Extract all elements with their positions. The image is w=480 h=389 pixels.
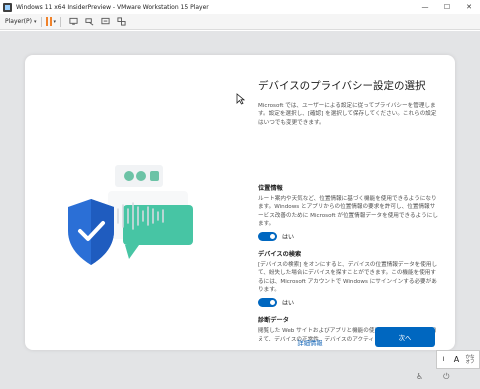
setting-title: 診断データ [258, 317, 289, 325]
window-controls: — ☐ ✕ [414, 0, 480, 14]
intro-text: Microsoft では、ユーザーによる設定に従ってプライバシーを管理します。設… [258, 103, 437, 126]
ime-panel[interactable]: I A かな オフ [436, 350, 480, 369]
fit-window-icon[interactable] [100, 17, 110, 27]
vm-tray-icons: ♿ ⏻ [416, 372, 450, 382]
ime-kana-toggle[interactable]: かな オフ [463, 355, 477, 365]
unity-mode-icon[interactable] [116, 17, 126, 27]
pause-icon[interactable] [45, 17, 52, 26]
location-toggle-row[interactable]: はい [258, 232, 440, 242]
chevron-down-icon[interactable]: ▾ [54, 19, 57, 25]
player-toolbar: Player(P) ▾ ▾ [0, 14, 480, 30]
mouse-cursor-icon [236, 93, 245, 105]
setting-location: 位置情報 ルート案内や天気など、位置情報に基づく機能を使用できるようになります。… [258, 183, 440, 242]
window-title: Windows 11 x64 InsiderPreview - VMware W… [16, 3, 209, 11]
location-toggle[interactable] [258, 232, 277, 242]
vm-display-icon[interactable] [68, 17, 78, 27]
setting-find-my-device: デバイスの検索 [デバイスの検索] をオンにすると、デバイスの位置情報データを使… [258, 249, 440, 308]
learn-more-button[interactable]: 詳細情報 [285, 334, 335, 350]
find-device-toggle[interactable] [258, 298, 277, 308]
player-menu-label: Player(P) [5, 18, 32, 25]
page-title: デバイスのプライバシー設定の選択 [258, 80, 426, 92]
privacy-shield-illustration [68, 165, 193, 265]
toggle-label: はい [282, 234, 295, 242]
toggle-label: はい [282, 300, 295, 308]
ime-cursor-icon: I [442, 356, 445, 363]
ime-kana-top: かな [465, 354, 475, 360]
chevron-down-icon: ▾ [33, 18, 37, 25]
vmware-app-icon [3, 2, 12, 12]
power-icon[interactable]: ⏻ [443, 372, 449, 382]
minimize-button[interactable]: — [414, 0, 436, 14]
settings-scroll-area[interactable]: 位置情報 ルート案内や天気など、位置情報に基づく機能を使用できるようになります。… [258, 183, 440, 341]
setting-title: 位置情報 [258, 185, 283, 192]
find-device-toggle-row[interactable]: はい [258, 298, 440, 308]
setting-description: [デバイスの検索] をオンにすると、デバイスの位置情報データを使用して、紛失した… [258, 262, 438, 294]
vm-display[interactable]: デバイスのプライバシー設定の選択 Microsoft では、ユーザーによる設定に… [0, 31, 480, 389]
toolbar-divider [40, 16, 42, 27]
window-titlebar: Windows 11 x64 InsiderPreview - VMware W… [0, 0, 480, 14]
privacy-pane: デバイスのプライバシー設定の選択 Microsoft では、ユーザーによる設定に… [258, 79, 438, 127]
next-button[interactable]: 次へ [375, 327, 435, 347]
close-button[interactable]: ✕ [458, 0, 480, 14]
send-ctrl-alt-del-icon[interactable] [84, 17, 94, 27]
setting-description: ルート案内や天気など、位置情報に基づく機能を使用できるようになります。Windo… [258, 196, 438, 227]
player-menu[interactable]: Player(P) ▾ [5, 18, 37, 25]
toolbar-divider [60, 16, 62, 27]
accessibility-icon[interactable]: ♿ [416, 372, 423, 382]
ime-kana-bottom: オフ [465, 359, 475, 365]
setting-title: デバイスの検索 [258, 251, 302, 259]
maximize-button[interactable]: ☐ [436, 0, 458, 14]
ime-mode-indicator[interactable]: A [450, 355, 463, 364]
